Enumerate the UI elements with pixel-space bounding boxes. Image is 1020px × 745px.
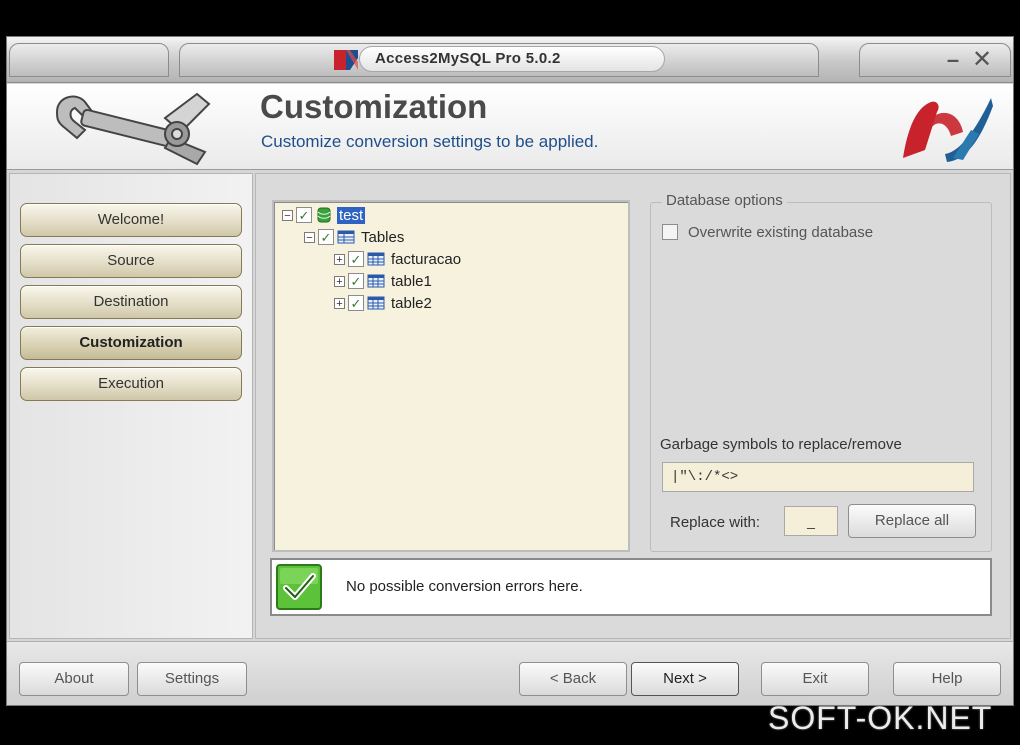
- database-options-group: [650, 202, 992, 552]
- close-button[interactable]: ✕: [969, 47, 995, 73]
- app-window: Access2MySQL Pro 5.0.2 – ✕ Customization…: [6, 36, 1014, 706]
- minimize-button[interactable]: –: [941, 47, 965, 73]
- status-box: No possible conversion errors here.: [270, 558, 992, 616]
- collapse-icon[interactable]: −: [304, 231, 315, 243]
- tree-checkbox[interactable]: ✓: [318, 229, 334, 245]
- sidebar-item-customization[interactable]: Customization: [20, 326, 242, 360]
- page-header: Customization Customize conversion setti…: [7, 84, 1013, 170]
- expand-icon[interactable]: +: [334, 253, 345, 265]
- replace-all-button[interactable]: Replace all: [848, 504, 976, 538]
- help-button[interactable]: Help: [893, 662, 1001, 696]
- success-check-icon: [276, 564, 322, 610]
- status-message: No possible conversion errors here.: [346, 578, 583, 595]
- tree-node-table[interactable]: + ✓ table1: [334, 270, 463, 292]
- next-button[interactable]: Next >: [631, 662, 739, 696]
- tree-node-tables[interactable]: − ✓ Tables: [304, 226, 463, 248]
- exit-button[interactable]: Exit: [761, 662, 869, 696]
- app-logo-icon: [334, 50, 358, 70]
- tree-node-label[interactable]: facturacao: [389, 251, 463, 268]
- tree-node-table[interactable]: + ✓ table2: [334, 292, 463, 314]
- sidebar-item-execution[interactable]: Execution: [20, 367, 242, 401]
- tree-node-label[interactable]: table1: [389, 273, 434, 290]
- overwrite-database-label[interactable]: Overwrite existing database: [688, 224, 873, 241]
- about-button[interactable]: About: [19, 662, 129, 696]
- tree-checkbox[interactable]: ✓: [348, 295, 364, 311]
- customization-panel: − ✓ test − ✓ Tables + ✓ facturacao + ✓ t…: [255, 173, 1011, 639]
- tree-node-label[interactable]: test: [337, 206, 366, 224]
- collapse-icon[interactable]: −: [282, 209, 293, 221]
- title-bar-decor-left: [9, 43, 169, 77]
- garbage-symbols-label: Garbage symbols to replace/remove: [660, 436, 902, 453]
- watermark-text: SOFT-OK.NET: [768, 700, 993, 736]
- back-button[interactable]: < Back: [519, 662, 627, 696]
- tree-checkbox[interactable]: ✓: [296, 207, 312, 223]
- table-icon: [367, 252, 385, 266]
- replace-with-label: Replace with:: [670, 514, 761, 531]
- table-icon: [367, 274, 385, 288]
- replace-with-input[interactable]: [784, 506, 838, 536]
- tree-checkbox[interactable]: ✓: [348, 251, 364, 267]
- table-icon: [367, 296, 385, 310]
- tree-node-label[interactable]: table2: [389, 295, 434, 312]
- footer-bar: About Settings < Back Next > Exit Help: [7, 641, 1013, 705]
- tables-tree[interactable]: − ✓ test − ✓ Tables + ✓ facturacao + ✓ t…: [272, 200, 630, 552]
- settings-button[interactable]: Settings: [137, 662, 247, 696]
- tree-node-label[interactable]: Tables: [359, 229, 406, 246]
- sidebar: Welcome! Source Destination Customizatio…: [9, 173, 253, 639]
- brand-logo-icon: [903, 98, 993, 162]
- sidebar-item-destination[interactable]: Destination: [20, 285, 242, 319]
- database-options-title: Database options: [662, 192, 787, 209]
- wrench-icon: [55, 92, 211, 166]
- tree-node-table[interactable]: + ✓ facturacao: [334, 248, 463, 270]
- overwrite-database-checkbox[interactable]: [662, 224, 678, 240]
- database-icon: [317, 207, 331, 223]
- garbage-symbols-input[interactable]: [662, 462, 974, 492]
- window-title: Access2MySQL Pro 5.0.2: [375, 50, 561, 67]
- tables-folder-icon: [337, 230, 355, 244]
- page-title: Customization: [260, 88, 488, 125]
- sidebar-item-welcome[interactable]: Welcome!: [20, 203, 242, 237]
- title-bar[interactable]: Access2MySQL Pro 5.0.2 – ✕: [7, 37, 1013, 83]
- expand-icon[interactable]: +: [334, 275, 345, 287]
- sidebar-item-source[interactable]: Source: [20, 244, 242, 278]
- tree-node-root[interactable]: − ✓ test: [282, 204, 463, 226]
- page-subtitle: Customize conversion settings to be appl…: [261, 132, 599, 151]
- expand-icon[interactable]: +: [334, 297, 345, 309]
- tree-container: − ✓ test − ✓ Tables + ✓ facturacao + ✓ t…: [282, 204, 463, 314]
- tree-checkbox[interactable]: ✓: [348, 273, 364, 289]
